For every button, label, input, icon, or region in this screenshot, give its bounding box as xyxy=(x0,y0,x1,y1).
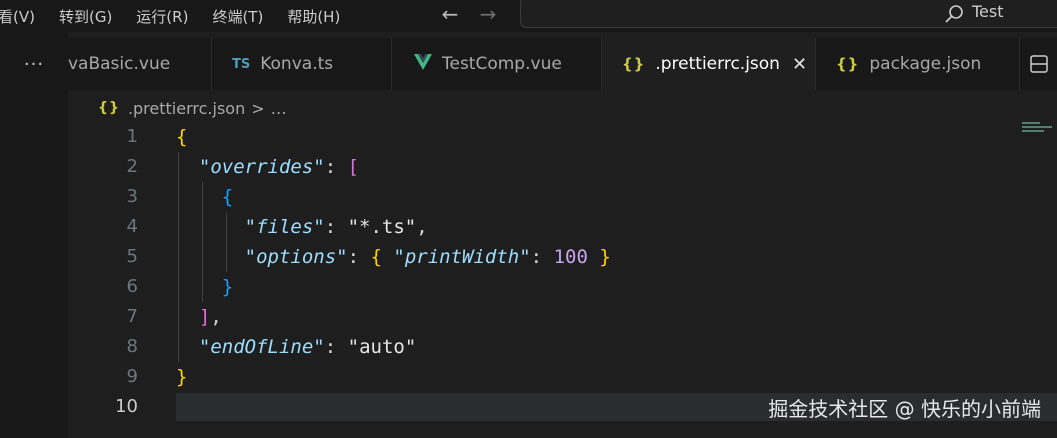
code-line: 6 } xyxy=(68,272,1057,302)
menu-help[interactable]: 帮助(H) xyxy=(287,6,340,27)
json-icon: {} xyxy=(98,100,120,116)
more-actions-icon[interactable]: ··· xyxy=(0,38,68,90)
breadcrumb-symbol[interactable]: … xyxy=(271,99,287,118)
back-arrow-icon[interactable]: ← xyxy=(436,0,464,28)
line-number: 5 xyxy=(126,246,138,267)
code-line: 9 } xyxy=(68,362,1057,392)
minimap[interactable] xyxy=(1022,122,1056,142)
tab-label: Konva.ts xyxy=(260,54,334,74)
line-number: 7 xyxy=(126,306,138,327)
code-line: 7 ], xyxy=(68,302,1057,332)
line-number: 9 xyxy=(126,366,138,387)
menu-terminal[interactable]: 终端(T) xyxy=(212,6,263,27)
ts-icon: TS xyxy=(232,56,251,72)
code-line: 5 "options": { "printWidth": 100 } xyxy=(68,242,1057,272)
breadcrumb: {} .prettierrc.json > … xyxy=(98,96,287,120)
line-number: 3 xyxy=(126,186,138,207)
json-icon: {} xyxy=(836,55,860,73)
line-number: 6 xyxy=(126,276,138,297)
breadcrumb-separator: > xyxy=(251,98,265,118)
split-editor-icon[interactable] xyxy=(1020,38,1057,90)
breadcrumb-file[interactable]: .prettierrc.json xyxy=(128,99,245,118)
tab-package-json[interactable]: {} package.json xyxy=(816,38,1020,90)
tab-label: TestComp.vue xyxy=(442,54,562,74)
tab-konva-ts[interactable]: TS Konva.ts xyxy=(212,38,392,90)
activity-strip xyxy=(0,32,68,438)
line-number: 4 xyxy=(126,216,138,237)
line-number: 8 xyxy=(126,336,138,357)
tab-konvabasic[interactable]: vaBasic.vue xyxy=(68,38,212,90)
code-line: 4 "files": "*.ts", xyxy=(68,212,1057,242)
menu-view[interactable]: 看(V) xyxy=(0,6,35,27)
watermark: 掘金技术社区 @ 快乐的小前端 xyxy=(768,397,1041,421)
line-number: 2 xyxy=(126,156,138,177)
vscode-window: { "menubar": { "items": ["看(V)", "转到(G)"… xyxy=(0,0,1057,438)
tab-prettierrc[interactable]: {} .prettierrc.json ✕ xyxy=(602,38,816,90)
code-line: 8 "endOfLine": "auto" xyxy=(68,332,1057,362)
tab-label: .prettierrc.json xyxy=(655,54,780,74)
menu-run[interactable]: 运行(R) xyxy=(136,6,188,27)
editor-tab-bar: vaBasic.vue TS Konva.ts TestComp.vue {} … xyxy=(68,38,1057,90)
code-line: 3 { xyxy=(68,182,1057,212)
code-line: 2 "overrides": [ xyxy=(68,152,1057,182)
tab-testcomp[interactable]: TestComp.vue xyxy=(392,38,602,90)
vue-icon xyxy=(414,54,432,74)
code-editor[interactable]: 1 { 2 "overrides": [ 3 { 4 "files": "*.t… xyxy=(68,122,1057,438)
close-icon[interactable]: ✕ xyxy=(792,54,807,75)
tab-label: package.json xyxy=(869,54,982,74)
forward-arrow-icon[interactable]: → xyxy=(474,0,502,28)
line-number: 1 xyxy=(126,126,138,147)
command-center-text[interactable]: Test xyxy=(972,2,1004,21)
line-number: 10 xyxy=(115,396,138,417)
code-line: 1 { xyxy=(68,122,1057,152)
menu-go[interactable]: 转到(G) xyxy=(59,6,112,27)
search-icon xyxy=(944,4,964,24)
json-icon: {} xyxy=(622,55,646,73)
tab-label: vaBasic.vue xyxy=(68,54,171,74)
